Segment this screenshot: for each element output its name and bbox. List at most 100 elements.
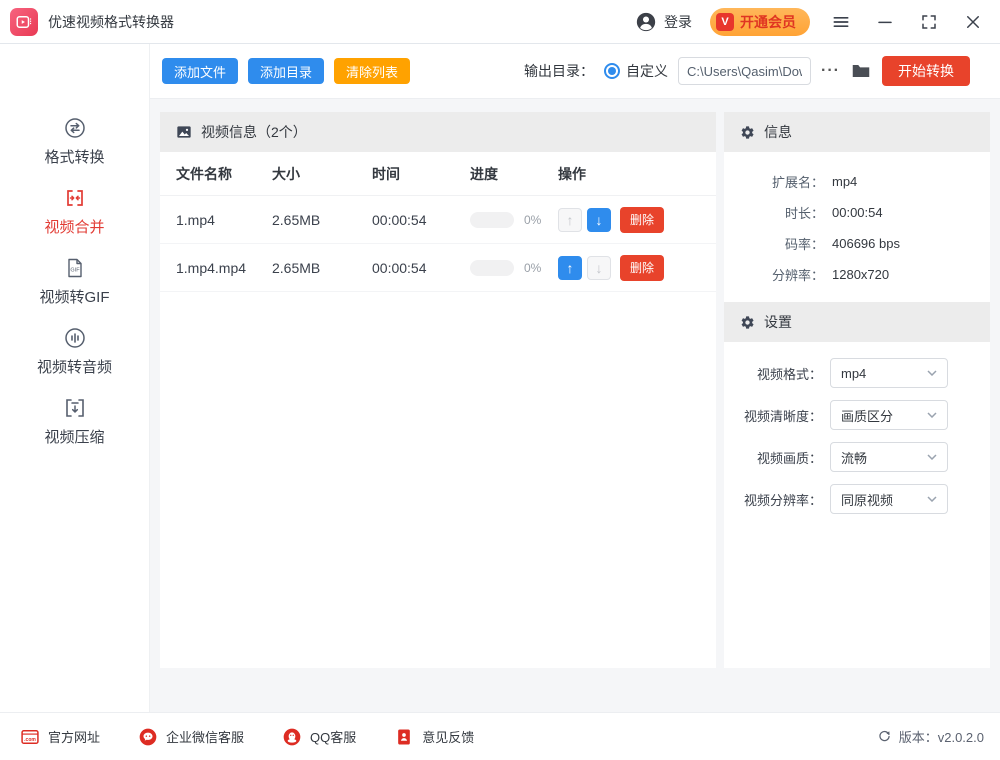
video-info-panel: 视频信息（2个） 文件名称 大小 时间 进度 操作 1.mp4 2.65MB 0… bbox=[160, 112, 716, 668]
app-logo-icon bbox=[10, 7, 38, 36]
setting-label: 视频清晰度： bbox=[743, 408, 822, 424]
close-button[interactable] bbox=[960, 9, 986, 35]
footer-link-label: 官方网址 bbox=[48, 730, 101, 745]
gear-icon bbox=[740, 315, 755, 330]
chevron-down-icon bbox=[927, 412, 937, 418]
setting-label: 视频格式： bbox=[756, 366, 822, 382]
open-folder-icon[interactable] bbox=[850, 60, 872, 82]
file-size: 2.65MB bbox=[272, 211, 321, 228]
add-directory-button[interactable]: 添加目录 bbox=[248, 58, 325, 84]
refresh-icon[interactable] bbox=[877, 729, 892, 744]
sidebar-item-video-merge[interactable]: 视频合并 bbox=[0, 186, 149, 237]
version-label: 版本：v2.0.2.0 bbox=[898, 730, 984, 745]
sidebar-item-video-compress[interactable]: 视频压缩 bbox=[0, 396, 149, 447]
progress-percent: 0% bbox=[524, 260, 542, 275]
maximize-button[interactable] bbox=[916, 9, 942, 35]
info-label: 扩展名： bbox=[771, 175, 824, 190]
app-window: 优速视频格式转换器 登录 V 开通会员 格式转换 视频合并 GIF 视频转GIF… bbox=[0, 0, 1000, 760]
custom-radio[interactable] bbox=[604, 63, 621, 79]
move-down-button[interactable]: ↓ bbox=[587, 207, 611, 232]
website-icon: .com bbox=[20, 727, 40, 747]
browse-more-button[interactable]: ··· bbox=[821, 62, 840, 80]
add-file-button[interactable]: 添加文件 bbox=[162, 58, 239, 84]
info-row: 扩展名： mp4 bbox=[724, 166, 990, 197]
vip-label: 开通会员 bbox=[740, 13, 796, 30]
official-website-link[interactable]: .com 官方网址 bbox=[20, 727, 100, 747]
toolbar: 添加文件 添加目录 清除列表 输出目录： 自定义 ··· 开始转换 bbox=[150, 44, 1000, 99]
delete-button[interactable]: 删除 bbox=[620, 254, 665, 281]
delete-button[interactable]: 删除 bbox=[620, 206, 665, 233]
footer: .com 官方网址 企业微信客服 QQ客服 意见反馈 版本：v2.0.2.0 bbox=[0, 712, 1000, 760]
wechat-work-icon bbox=[138, 727, 158, 747]
table-header-row: 文件名称 大小 时间 进度 操作 bbox=[160, 152, 716, 196]
info-title: 信息 bbox=[764, 124, 792, 140]
settings-rows: 视频格式： mp4 视频清晰度： 画质区分 视频画质： 流畅 视频分辨率： 同原… bbox=[724, 342, 990, 514]
select-value: 流畅 bbox=[841, 450, 868, 466]
version-info: 版本：v2.0.2.0 bbox=[877, 727, 984, 746]
clear-list-button[interactable]: 清除列表 bbox=[334, 58, 411, 84]
vip-icon: V bbox=[716, 12, 734, 31]
settings-row: 视频格式： mp4 bbox=[724, 358, 990, 388]
info-value: 1280x720 bbox=[832, 267, 890, 282]
file-time: 00:00:54 bbox=[372, 259, 427, 276]
info-value: 00:00:54 bbox=[832, 205, 883, 220]
move-down-button[interactable]: ↓ bbox=[587, 255, 611, 280]
table-row: 1.mp4 2.65MB 00:00:54 0% ↑ ↓ 删除 bbox=[160, 196, 716, 244]
sidebar-item-label: 视频合并 bbox=[44, 219, 105, 236]
info-row: 时长： 00:00:54 bbox=[724, 197, 990, 228]
video-format-select[interactable]: mp4 bbox=[830, 358, 948, 388]
col-size: 大小 bbox=[272, 165, 300, 182]
info-rows: 扩展名： mp4 时长： 00:00:54 码率： 406696 bps 分辨率… bbox=[724, 152, 990, 290]
open-vip-button[interactable]: V 开通会员 bbox=[710, 7, 810, 36]
video-clarity-select[interactable]: 画质区分 bbox=[830, 400, 948, 430]
login-button[interactable]: 登录 bbox=[635, 11, 692, 33]
info-label: 时长： bbox=[784, 206, 824, 221]
video-info-header: 视频信息（2个） bbox=[160, 112, 716, 152]
video-merge-icon bbox=[63, 186, 87, 210]
col-time: 时间 bbox=[372, 165, 400, 182]
image-icon bbox=[176, 124, 192, 140]
file-name: 1.mp4 bbox=[176, 211, 215, 228]
move-up-button[interactable]: ↑ bbox=[558, 255, 582, 280]
gear-icon bbox=[740, 125, 755, 140]
sidebar-item-format-convert[interactable]: 格式转换 bbox=[0, 116, 149, 167]
footer-link-label: 企业微信客服 bbox=[166, 730, 245, 745]
sidebar-item-video-to-gif[interactable]: GIF 视频转GIF bbox=[0, 256, 149, 307]
settings-row: 视频清晰度： 画质区分 bbox=[724, 400, 990, 430]
chevron-down-icon bbox=[927, 454, 937, 460]
select-value: 同原视频 bbox=[841, 492, 894, 508]
select-value: mp4 bbox=[841, 365, 867, 381]
chevron-down-icon bbox=[927, 370, 937, 376]
qq-icon bbox=[282, 727, 302, 747]
move-up-button[interactable]: ↑ bbox=[558, 207, 582, 232]
info-value: mp4 bbox=[832, 174, 858, 189]
qq-support-link[interactable]: QQ客服 bbox=[282, 727, 356, 747]
feedback-link[interactable]: 意见反馈 bbox=[394, 727, 474, 747]
progress-percent: 0% bbox=[524, 212, 542, 227]
svg-text:.com: .com bbox=[24, 737, 36, 743]
progress-bar bbox=[470, 211, 514, 228]
sidebar: 格式转换 视频合并 GIF 视频转GIF 视频转音频 视频压缩 bbox=[0, 44, 150, 712]
video-quality-select[interactable]: 流畅 bbox=[830, 442, 948, 472]
app-title: 优速视频格式转换器 bbox=[48, 13, 174, 30]
sidebar-item-video-to-audio[interactable]: 视频转音频 bbox=[0, 326, 149, 377]
settings-title: 设置 bbox=[764, 314, 792, 330]
menu-button[interactable] bbox=[828, 9, 854, 35]
file-size: 2.65MB bbox=[272, 259, 321, 276]
sidebar-item-label: 视频转音频 bbox=[36, 359, 112, 376]
video-resolution-select[interactable]: 同原视频 bbox=[830, 484, 948, 514]
minimize-button[interactable] bbox=[872, 9, 898, 35]
info-row: 分辨率： 1280x720 bbox=[724, 259, 990, 290]
radio-dot bbox=[608, 67, 617, 75]
output-path-input[interactable] bbox=[678, 57, 812, 85]
file-time: 00:00:54 bbox=[372, 211, 427, 228]
wechat-work-support-link[interactable]: 企业微信客服 bbox=[138, 727, 244, 747]
chevron-down-icon bbox=[927, 496, 937, 502]
title-bar: 优速视频格式转换器 登录 V 开通会员 bbox=[0, 0, 1000, 44]
setting-label: 视频画质： bbox=[756, 450, 822, 466]
setting-label: 视频分辨率： bbox=[743, 492, 822, 508]
info-header: 信息 bbox=[724, 112, 990, 152]
start-convert-button[interactable]: 开始转换 bbox=[882, 56, 970, 86]
sidebar-item-label: 视频转GIF bbox=[39, 289, 110, 306]
user-icon bbox=[635, 11, 657, 33]
